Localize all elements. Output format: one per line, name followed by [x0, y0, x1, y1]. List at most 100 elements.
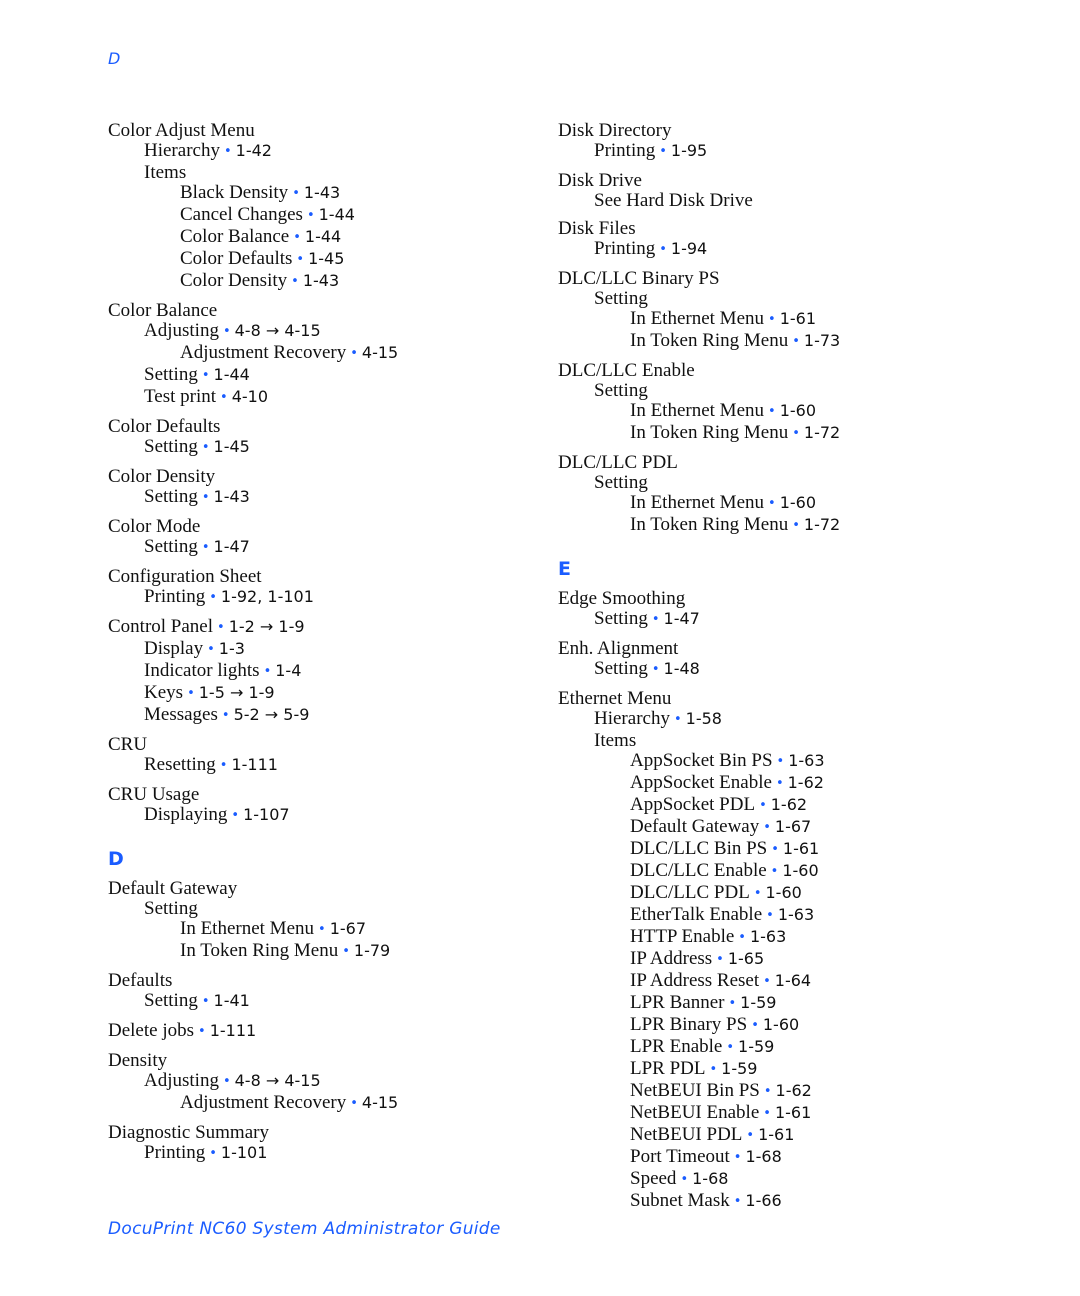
page-reference[interactable]: 1-66 [745, 1191, 781, 1210]
index-term: Printing [594, 238, 656, 259]
index-term: Displaying [144, 804, 228, 825]
page-reference[interactable]: 1-44 [214, 365, 250, 384]
page-reference[interactable]: 1-72 [804, 423, 840, 442]
index-term: Setting [144, 990, 198, 1011]
page-reference[interactable]: 1-41 [214, 991, 250, 1010]
index-term: Printing [594, 140, 656, 161]
page-reference[interactable]: 1-94 [671, 239, 707, 258]
bullet-separator-icon: • [209, 1146, 217, 1161]
page-reference[interactable]: 1-65 [728, 949, 764, 968]
bullet-separator-icon: • [306, 208, 315, 223]
page-reference[interactable]: 1-63 [778, 905, 814, 924]
index-line-level-3: NetBEUI Bin PS • 1-62 [558, 1081, 998, 1103]
index-line-level-1: DLC/LLC Binary PS [558, 269, 998, 289]
index-line-level-2: Hierarchy • 1-58 [558, 709, 998, 731]
page-reference[interactable]: 1-43 [304, 183, 340, 202]
index-term: Hierarchy [594, 708, 670, 729]
index-line-level-3: IP Address Reset • 1-64 [558, 971, 998, 993]
page-reference[interactable]: 1-44 [305, 227, 341, 246]
page-reference[interactable]: 1-60 [763, 1015, 799, 1034]
index-line-level-2: Adjusting • 4-8 → 4-15 [108, 1071, 548, 1093]
index-term: AppSocket Bin PS [630, 750, 773, 771]
page-reference[interactable]: 4-8 → 4-15 [235, 321, 321, 340]
bullet-separator-icon: • [342, 944, 350, 959]
page-reference[interactable]: 1-61 [780, 309, 816, 328]
page-reference[interactable]: 1-61 [758, 1125, 794, 1144]
page-reference[interactable]: 1-45 [214, 437, 250, 456]
page-reference[interactable]: 1-68 [745, 1147, 781, 1166]
page-reference[interactable]: 4-8 → 4-15 [235, 1071, 321, 1090]
page-reference[interactable]: 1-72 [804, 515, 840, 534]
page-reference[interactable]: 1-42 [236, 141, 272, 160]
page-reference[interactable]: 1-45 [308, 249, 344, 268]
page-reference[interactable]: 1-60 [765, 883, 801, 902]
page-reference[interactable]: 1-60 [782, 861, 818, 880]
page-reference[interactable]: 1-95 [671, 141, 707, 160]
page-reference[interactable]: 1-62 [776, 1081, 812, 1100]
page-reference[interactable]: 1-107 [243, 805, 290, 824]
index-line-level-3: IP Address • 1-65 [558, 949, 998, 971]
index-line-level-2: Items [108, 163, 548, 183]
page-reference[interactable]: 1-59 [738, 1037, 774, 1056]
index-line-level-2: Setting • 1-41 [108, 991, 548, 1013]
bullet-separator-icon: • [770, 864, 779, 879]
page-reference[interactable]: 1-111 [231, 755, 278, 774]
page-reference[interactable]: 1-48 [664, 659, 700, 678]
index-term: DLC/LLC Enable [558, 360, 695, 381]
page-reference[interactable]: 1-43 [303, 271, 339, 290]
bullet-separator-icon: • [220, 390, 228, 405]
bullet-separator-icon: • [292, 186, 300, 201]
page-reference[interactable]: 1-79 [354, 941, 390, 960]
page-reference[interactable]: 1-64 [775, 971, 811, 990]
bullet-separator-icon: • [733, 1194, 742, 1209]
index-term: In Token Ring Menu [630, 514, 789, 535]
page-reference[interactable]: 1-111 [210, 1021, 257, 1040]
page-reference[interactable]: 4-10 [232, 387, 268, 406]
page-reference[interactable]: 1-68 [692, 1169, 728, 1188]
index-line-level-1: Density [108, 1051, 548, 1071]
page-reference[interactable]: 1-59 [740, 993, 776, 1012]
index-column-left: Color Adjust Menu Hierarchy • 1-42 Items Blac… [108, 121, 548, 1173]
index-line-level-3: DLC/LLC Bin PS • 1-61 [558, 839, 998, 861]
page-reference[interactable]: 1-47 [214, 537, 250, 556]
index-term: Defaults [108, 970, 173, 991]
page-reference[interactable]: 1-4 [275, 661, 301, 680]
page-reference[interactable]: 1-47 [664, 609, 700, 628]
index-line-level-3: Subnet Mask • 1-66 [558, 1191, 998, 1213]
page-reference[interactable]: 1-58 [686, 709, 722, 728]
page-reference[interactable]: 1-44 [319, 205, 355, 224]
page-reference[interactable]: 1-62 [788, 773, 824, 792]
page-reference[interactable]: 1-92, 1-101 [221, 587, 314, 606]
page-reference[interactable]: 1-5 → 1-9 [199, 683, 275, 702]
index-line-level-1: Disk Files [558, 219, 998, 239]
page-reference[interactable]: 1-67 [775, 817, 811, 836]
index-line-level-3: Port Timeout • 1-68 [558, 1147, 998, 1169]
bullet-separator-icon: • [759, 798, 767, 813]
page-reference[interactable]: 1-63 [750, 927, 786, 946]
index-term: Delete jobs [108, 1020, 195, 1041]
page-reference[interactable]: 4-15 [362, 343, 398, 362]
index-line-level-2: Printing • 1-95 [558, 141, 998, 163]
page-reference[interactable]: 1-43 [214, 487, 250, 506]
page-reference[interactable]: 1-2 → 1-9 [229, 617, 305, 636]
page-reference[interactable]: 1-62 [771, 795, 807, 814]
page-reference[interactable]: 5-2 → 5-9 [234, 705, 310, 724]
page-reference[interactable]: 1-3 [219, 639, 245, 658]
bullet-separator-icon: • [198, 1024, 206, 1039]
page-reference[interactable]: 1-61 [783, 839, 819, 858]
page-reference[interactable]: 1-60 [780, 493, 816, 512]
page-reference[interactable]: 1-60 [780, 401, 816, 420]
bullet-separator-icon: • [350, 346, 358, 361]
bullet-separator-icon: • [768, 404, 776, 419]
page-reference[interactable]: 1-73 [804, 331, 840, 350]
page-reference[interactable]: 1-61 [775, 1103, 811, 1122]
index-line-level-3: In Token Ring Menu • 1-72 [558, 423, 998, 445]
index-entry: Disk Files Printing • 1-94 [558, 219, 998, 261]
page-reference[interactable]: 1-63 [788, 751, 824, 770]
bullet-separator-icon: • [766, 908, 774, 923]
page-reference[interactable]: 1-101 [221, 1143, 268, 1162]
page-reference[interactable]: 4-15 [362, 1093, 398, 1112]
index-line-level-2: Test print • 4-10 [108, 387, 548, 409]
page-reference[interactable]: 1-67 [330, 919, 366, 938]
page-reference[interactable]: 1-59 [721, 1059, 757, 1078]
